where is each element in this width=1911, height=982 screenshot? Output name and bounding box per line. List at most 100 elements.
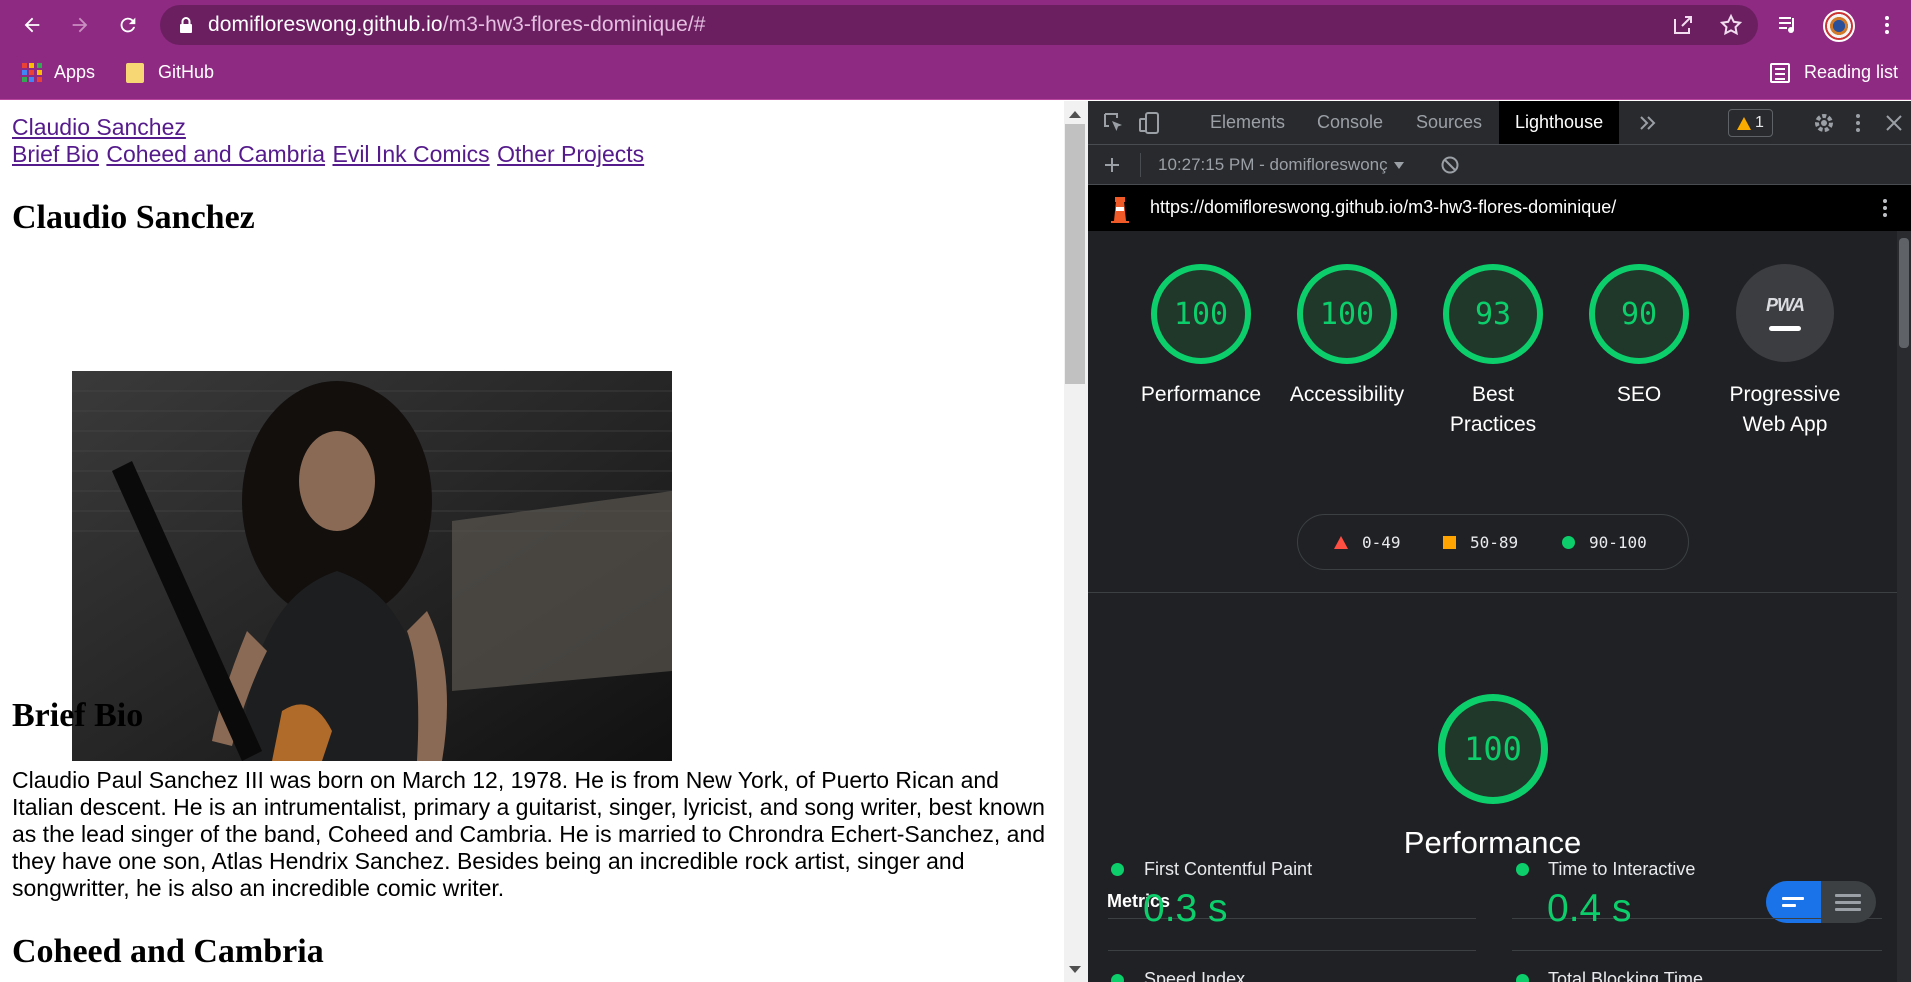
metric-pass-icon bbox=[1516, 863, 1529, 876]
plus-icon[interactable] bbox=[1102, 155, 1122, 175]
reading-list-button[interactable]: Reading list bbox=[1770, 62, 1898, 83]
bookmark-github-label: GitHub bbox=[158, 62, 215, 82]
report-select-label: 10:27:15 PM - domifloreswonç bbox=[1158, 155, 1388, 174]
reading-list-label: Reading list bbox=[1804, 62, 1899, 82]
warning-count: 1 bbox=[1755, 114, 1764, 131]
bookmarks-bar bbox=[0, 50, 1911, 100]
reading-list-icon bbox=[1770, 62, 1790, 83]
address-bar[interactable]: domifloreswong.github.io/m3-hw3-flores-d… bbox=[160, 5, 1758, 45]
lighthouse-toolbar: 10:27:15 PM - domifloreswonç bbox=[1088, 145, 1911, 185]
gauge-label-accessibility: Accessibility bbox=[1289, 383, 1405, 406]
close-icon[interactable] bbox=[1882, 111, 1906, 135]
bookmark-apps[interactable]: Apps bbox=[22, 62, 95, 83]
gauge-label-pwa: Progressive Web App bbox=[1729, 383, 1841, 436]
photo-illustration bbox=[72, 371, 672, 761]
pwa-badge-text: PWA bbox=[1765, 295, 1805, 315]
arrow-left-icon bbox=[24, 17, 40, 33]
claudio-photo bbox=[72, 371, 672, 761]
performance-big-gauge: 100 bbox=[1438, 694, 1548, 804]
bio-paragraph: Claudio Paul Sanchez III was born on Mar… bbox=[12, 767, 1046, 901]
gauge-label-performance: Performance bbox=[1140, 383, 1262, 406]
gauge-performance[interactable]: 100 bbox=[1151, 264, 1251, 364]
browser-toolbar: domifloreswong.github.io/m3-hw3-flores-d… bbox=[0, 0, 1911, 50]
media-control-icon[interactable] bbox=[1776, 13, 1800, 37]
arrow-right-icon bbox=[72, 17, 88, 33]
metric-tti-value: 0.4 s bbox=[1547, 887, 1632, 930]
metric-tbt-name: Total Blocking Time bbox=[1548, 969, 1704, 982]
gauge-accessibility[interactable]: 100 bbox=[1297, 264, 1397, 364]
reload-button[interactable] bbox=[110, 7, 146, 43]
report-url-bar: https://domifloreswong.github.io/m3-hw3-… bbox=[1088, 185, 1911, 231]
star-icon[interactable] bbox=[1719, 13, 1743, 37]
apps-grid-icon bbox=[22, 62, 42, 83]
metric-pass-icon bbox=[1516, 974, 1529, 982]
heading-coheed: Coheed and Cambria bbox=[12, 933, 324, 970]
inspect-element-icon[interactable] bbox=[1102, 111, 1126, 135]
legend-pass-range: 90-100 bbox=[1589, 533, 1647, 552]
compact-view-icon[interactable] bbox=[1766, 881, 1821, 923]
performance-title: Performance bbox=[1403, 825, 1582, 860]
metric-pass-icon bbox=[1111, 863, 1124, 876]
nav-top: Claudio Sanchez bbox=[12, 114, 186, 141]
page-scrollbar-thumb[interactable] bbox=[1065, 124, 1085, 384]
device-toolbar-icon[interactable] bbox=[1138, 111, 1162, 135]
gauge-seo[interactable]: 90 bbox=[1589, 264, 1689, 364]
metric-tti-name: Time to Interactive bbox=[1548, 859, 1696, 879]
gauge-best-practices[interactable]: 93 bbox=[1443, 264, 1543, 364]
report-url[interactable]: https://domifloreswong.github.io/m3-hw3-… bbox=[1150, 197, 1616, 218]
tab-sources[interactable]: Sources bbox=[1416, 101, 1482, 144]
bookmark-github[interactable]: GitHub bbox=[126, 62, 214, 83]
nav-links: Brief Bio Coheed and Cambria Evil Ink Co… bbox=[12, 141, 647, 168]
menu-kebab-icon[interactable] bbox=[1875, 13, 1899, 37]
warning-icon bbox=[1737, 116, 1751, 130]
pwa-badge[interactable]: PWA bbox=[1736, 264, 1834, 362]
tab-elements[interactable]: Elements bbox=[1210, 101, 1285, 144]
section-divider bbox=[1088, 592, 1897, 593]
metrics-view-toggle[interactable] bbox=[1766, 881, 1876, 923]
scroll-down-icon[interactable] bbox=[1069, 966, 1081, 973]
share-icon[interactable] bbox=[1671, 13, 1695, 37]
warning-badge[interactable]: 1 bbox=[1728, 109, 1773, 137]
back-button[interactable] bbox=[14, 7, 50, 43]
report-scrollbar-thumb[interactable] bbox=[1899, 238, 1909, 348]
metric-rule-right-2 bbox=[1512, 950, 1882, 951]
metric-fcp-value: 0.3 s bbox=[1143, 887, 1228, 930]
pwa-dash-icon bbox=[1769, 326, 1801, 331]
average-square-icon bbox=[1443, 536, 1456, 549]
gauge-label-seo: SEO bbox=[1616, 383, 1662, 406]
report-select[interactable]: 10:27:15 PM - domifloreswonç bbox=[1158, 155, 1404, 175]
report-menu-icon[interactable] bbox=[1873, 196, 1897, 220]
bookmark-apps-label: Apps bbox=[54, 62, 96, 82]
tab-lighthouse[interactable]: Lighthouse bbox=[1499, 101, 1620, 144]
lighthouse-logo-icon bbox=[1111, 197, 1129, 223]
forward-button[interactable] bbox=[62, 7, 98, 43]
metric-rule-left-2 bbox=[1108, 950, 1476, 951]
legend-average-range: 50-89 bbox=[1470, 533, 1519, 552]
nav-link-coheed[interactable]: Coheed and Cambria bbox=[106, 141, 325, 167]
nav-link-claudio[interactable]: Claudio Sanchez bbox=[12, 114, 186, 140]
legend-fail-range: 0-49 bbox=[1362, 533, 1401, 552]
more-tabs-icon[interactable] bbox=[1636, 111, 1660, 135]
nav-link-evil-ink[interactable]: Evil Ink Comics bbox=[332, 141, 489, 167]
settings-gear-icon[interactable] bbox=[1812, 111, 1836, 135]
url-host: domifloreswong.github.io bbox=[208, 13, 443, 36]
score-legend: 0-49 50-89 90-100 bbox=[1297, 514, 1689, 570]
lock-icon bbox=[180, 17, 192, 33]
clear-block-icon[interactable] bbox=[1440, 155, 1460, 175]
nav-link-other-projects[interactable]: Other Projects bbox=[497, 141, 644, 167]
devtools-tabbar: Elements Console Sources Lighthouse 1 bbox=[1088, 101, 1911, 145]
devtools-menu-icon[interactable] bbox=[1846, 111, 1870, 135]
reload-icon bbox=[120, 17, 136, 33]
profile-avatar[interactable] bbox=[1823, 10, 1855, 42]
tab-console[interactable]: Console bbox=[1317, 101, 1383, 144]
url-path: /m3-hw3-flores-dominique/# bbox=[442, 13, 706, 36]
toolbar-divider bbox=[1140, 153, 1141, 177]
expanded-view-icon[interactable] bbox=[1821, 881, 1876, 923]
dropdown-caret-icon bbox=[1393, 161, 1404, 169]
gauge-label-best-practices: Best Practices bbox=[1449, 383, 1537, 436]
metric-si-name: Speed Index bbox=[1144, 969, 1246, 982]
metric-fcp-name: First Contentful Paint bbox=[1144, 859, 1313, 879]
scroll-up-icon[interactable] bbox=[1069, 111, 1081, 118]
nav-link-brief-bio[interactable]: Brief Bio bbox=[12, 141, 99, 167]
pass-circle-icon bbox=[1562, 536, 1575, 549]
